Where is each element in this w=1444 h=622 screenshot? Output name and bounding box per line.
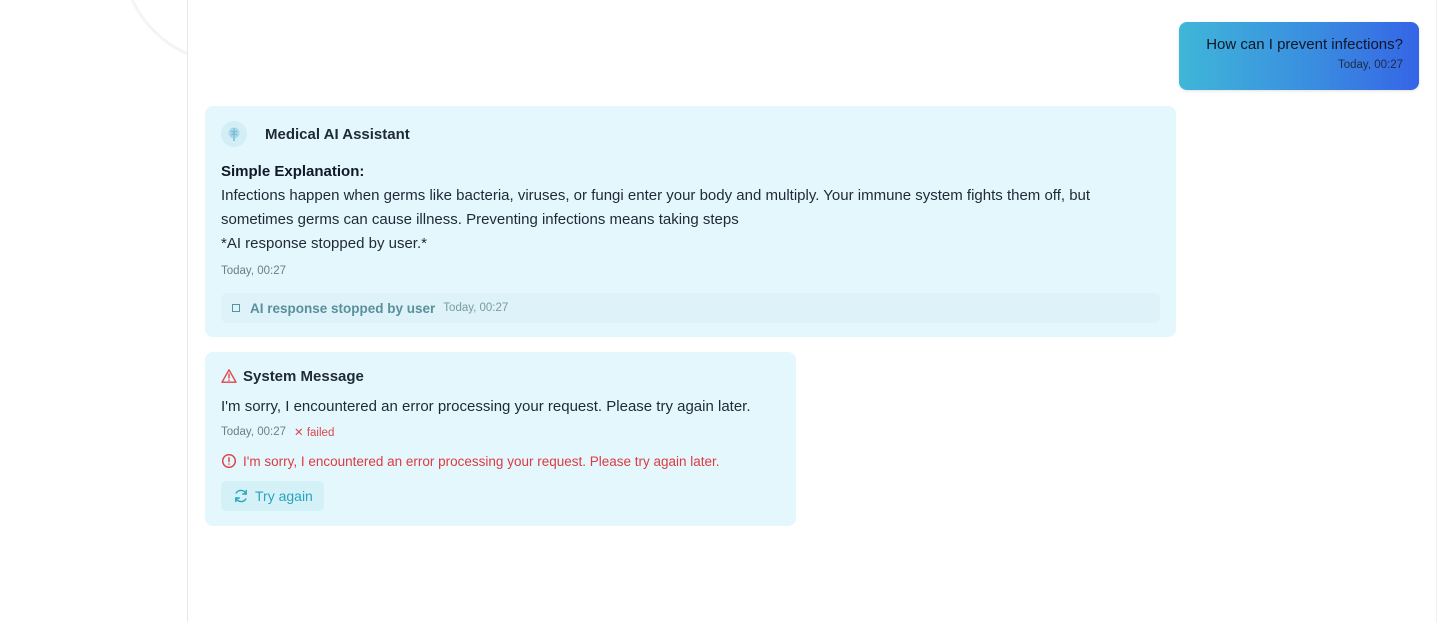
user-message-text: How can I prevent infections?: [1206, 36, 1403, 53]
system-message-meta: Today, 00:27 ✕ failed: [221, 425, 780, 439]
system-message-body: I'm sorry, I encountered an error proces…: [221, 398, 751, 415]
stopped-time: Today, 00:27: [443, 302, 509, 314]
user-message-time: Today, 00:27: [1337, 59, 1403, 71]
brain-icon: [221, 121, 247, 147]
ai-message-body: Simple Explanation: Infections happen wh…: [221, 160, 1160, 256]
ai-stopped-notice: AI response stopped by user Today, 00:27: [221, 293, 1160, 323]
decorative-ring: [120, 0, 187, 65]
try-again-button[interactable]: Try again: [221, 481, 324, 511]
ai-message-header: Medical AI Assistant: [221, 121, 1160, 147]
chat-area: How can I prevent infections? Today, 00:…: [189, 0, 1436, 622]
ai-text-line: *AI response stopped by user.*: [221, 235, 427, 252]
refresh-icon: [233, 488, 249, 504]
ai-message-card: Medical AI Assistant Simple Explanation:…: [205, 106, 1176, 337]
failed-status: ✕ failed: [294, 427, 335, 439]
error-notice: I'm sorry, I encountered an error proces…: [221, 453, 780, 469]
system-message-title: System Message: [243, 367, 364, 385]
warning-triangle-icon: [221, 368, 237, 384]
stop-icon: [232, 304, 240, 312]
try-again-label: Try again: [255, 488, 313, 504]
system-message-card: System Message I'm sorry, I encountered …: [205, 352, 796, 526]
system-message-header: System Message: [221, 366, 780, 386]
ai-message-time: Today, 00:27: [221, 265, 287, 277]
ai-text-line: sometimes germs can cause illness. Preve…: [221, 211, 739, 228]
alert-circle-icon: [221, 453, 237, 469]
ai-text-line: Infections happen when germs like bacter…: [221, 187, 1091, 204]
ai-sender-name: Medical AI Assistant: [265, 125, 410, 143]
left-sidebar: [0, 0, 188, 622]
right-divider: [1436, 0, 1437, 622]
error-text: I'm sorry, I encountered an error proces…: [243, 453, 720, 469]
ai-explanation-heading: Simple Explanation:: [221, 163, 365, 180]
user-message-bubble: How can I prevent infections? Today, 00:…: [1179, 22, 1419, 90]
system-message-time: Today, 00:27: [221, 426, 287, 438]
stopped-label: AI response stopped by user: [250, 300, 436, 316]
